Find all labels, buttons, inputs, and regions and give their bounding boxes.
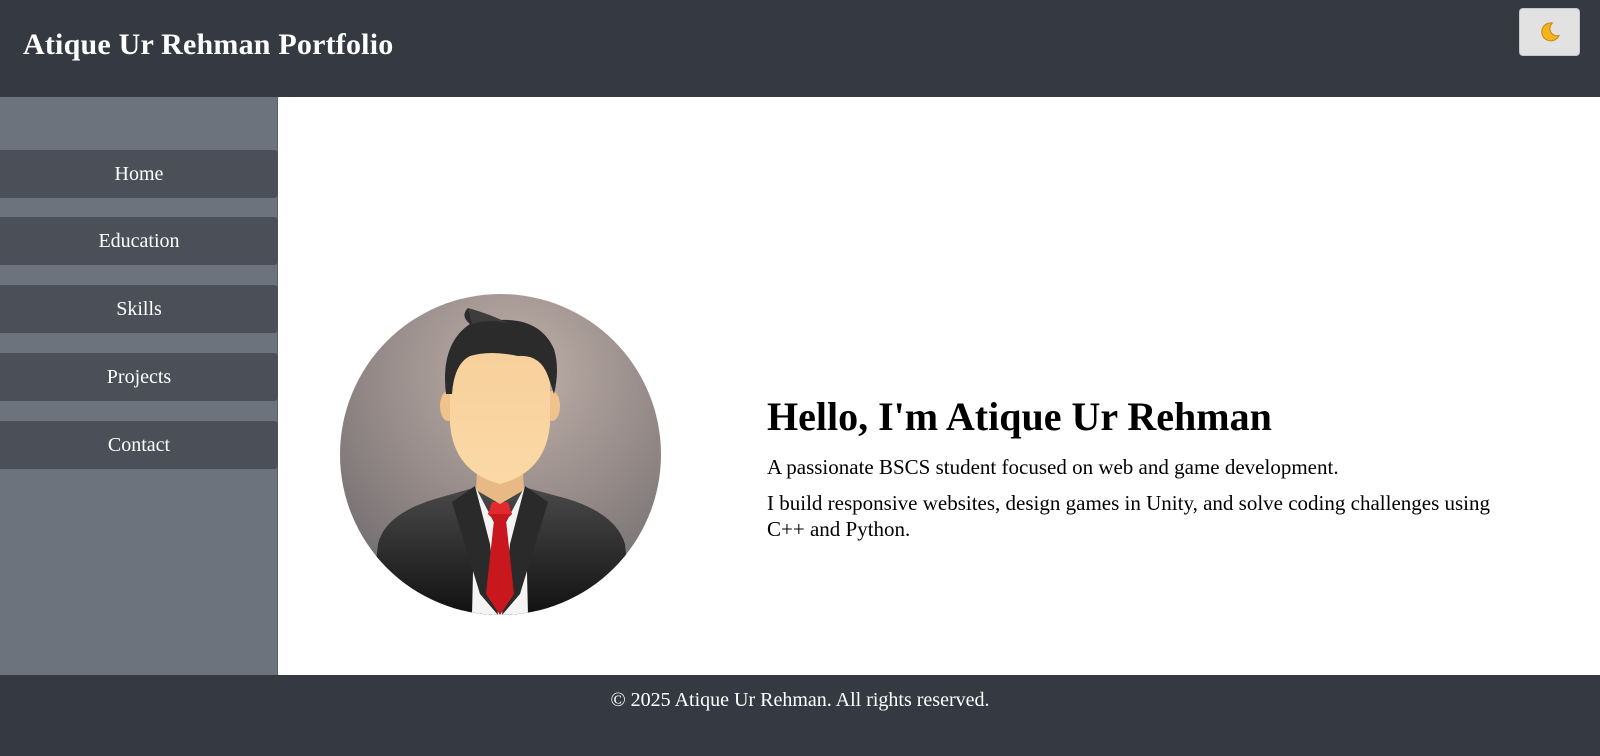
main-content: Hello, I'm Atique Ur Rehman A passionate…: [279, 97, 1600, 675]
header: Atique Ur Rehman Portfolio: [0, 0, 1600, 97]
sidebar-item-home[interactable]: Home: [0, 150, 278, 198]
hero-tagline: A passionate BSCS student focused on web…: [767, 455, 1339, 479]
sidebar: Home Education Skills Projects Contact: [0, 97, 278, 675]
profile-avatar: [340, 294, 661, 615]
sidebar-item-contact[interactable]: Contact: [0, 421, 278, 469]
hero-description: I build responsive websites, design game…: [767, 491, 1491, 541]
site-title: Atique Ur Rehman Portfolio: [23, 28, 394, 61]
hero-heading: Hello, I'm Atique Ur Rehman: [767, 394, 1272, 439]
footer-copyright: © 2025 Atique Ur Rehman. All rights rese…: [610, 689, 990, 711]
moon-icon: [1540, 22, 1560, 42]
sidebar-item-education[interactable]: Education: [0, 217, 278, 265]
theme-toggle-button[interactable]: [1519, 8, 1580, 56]
footer: © 2025 Atique Ur Rehman. All rights rese…: [0, 675, 1600, 756]
sidebar-item-skills[interactable]: Skills: [0, 285, 278, 333]
sidebar-item-projects[interactable]: Projects: [0, 353, 278, 401]
